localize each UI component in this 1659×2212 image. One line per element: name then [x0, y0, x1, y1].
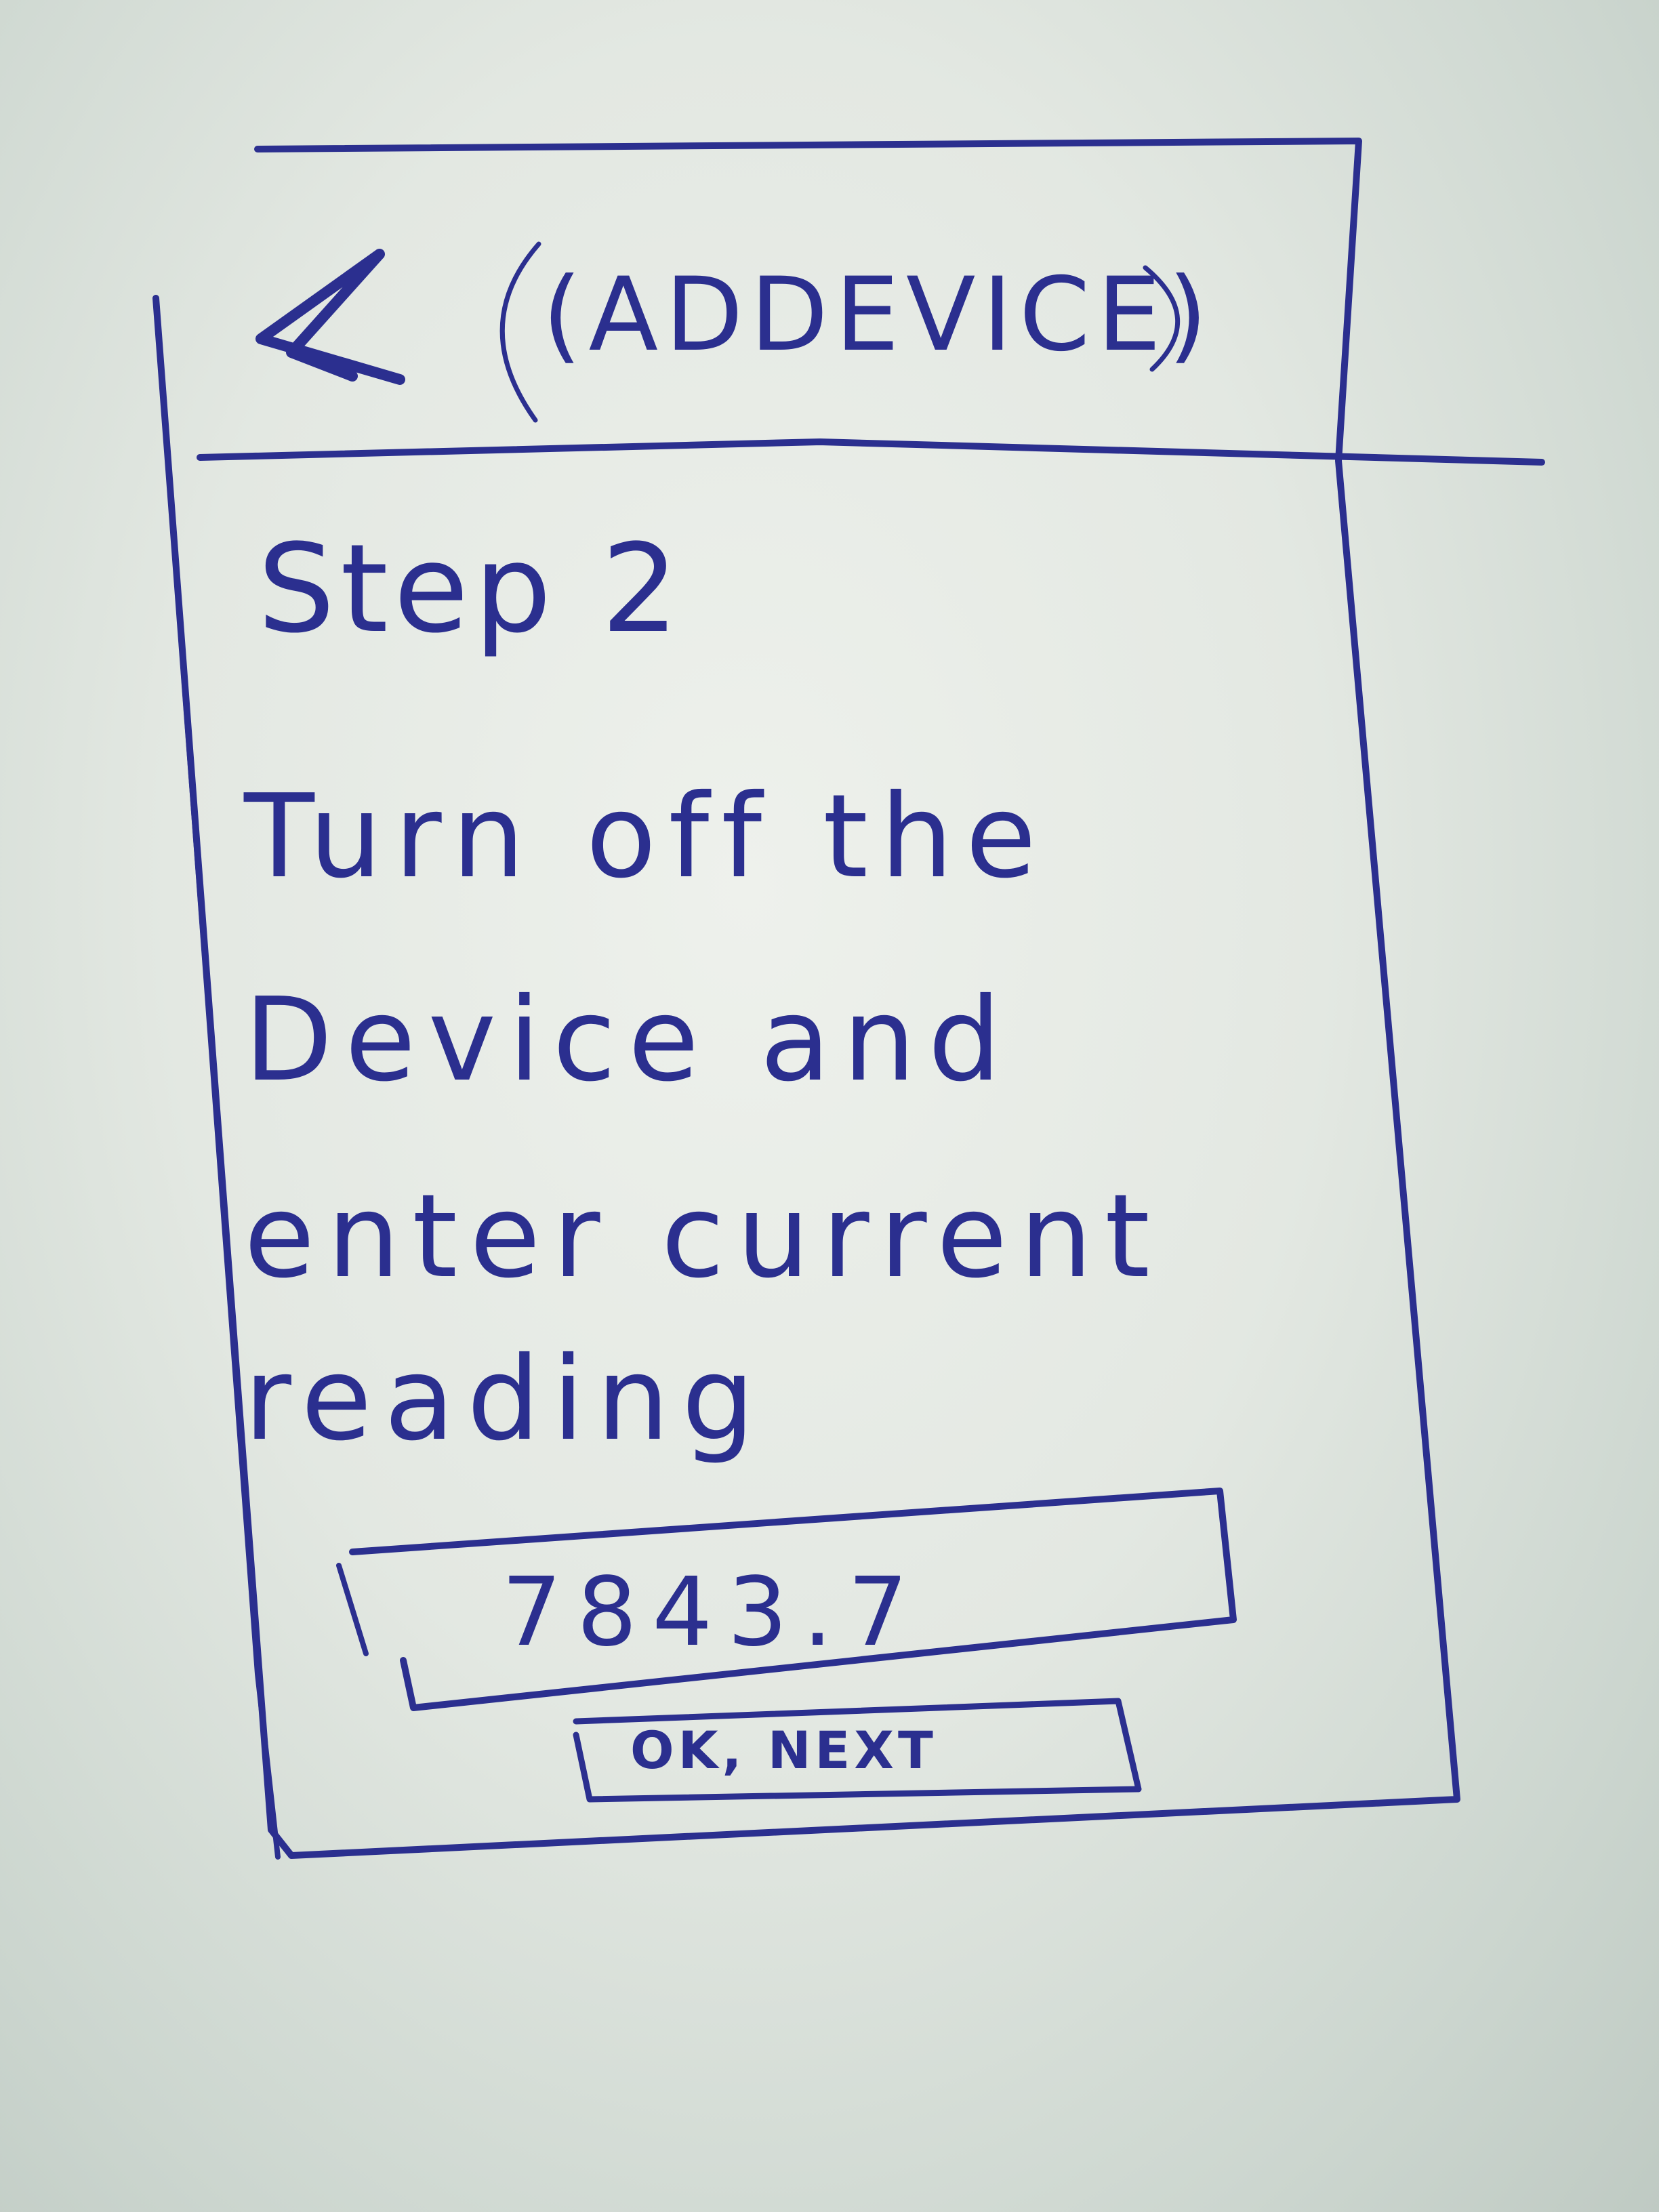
page-title: (ADDEVICE): [542, 256, 1214, 374]
back-button[interactable]: [230, 224, 427, 407]
instruction-line-3: enter current: [244, 1170, 1162, 1304]
instruction-line-1: Turn off the: [244, 770, 1049, 904]
reading-input-value: 7843.7: [501, 1557, 923, 1668]
instruction-line-4: reading: [244, 1332, 767, 1467]
step-label: Step 2: [258, 518, 684, 660]
instruction-line-2: Device and: [244, 973, 1014, 1107]
ok-next-button-label: OK, NEXT: [630, 1720, 937, 1780]
